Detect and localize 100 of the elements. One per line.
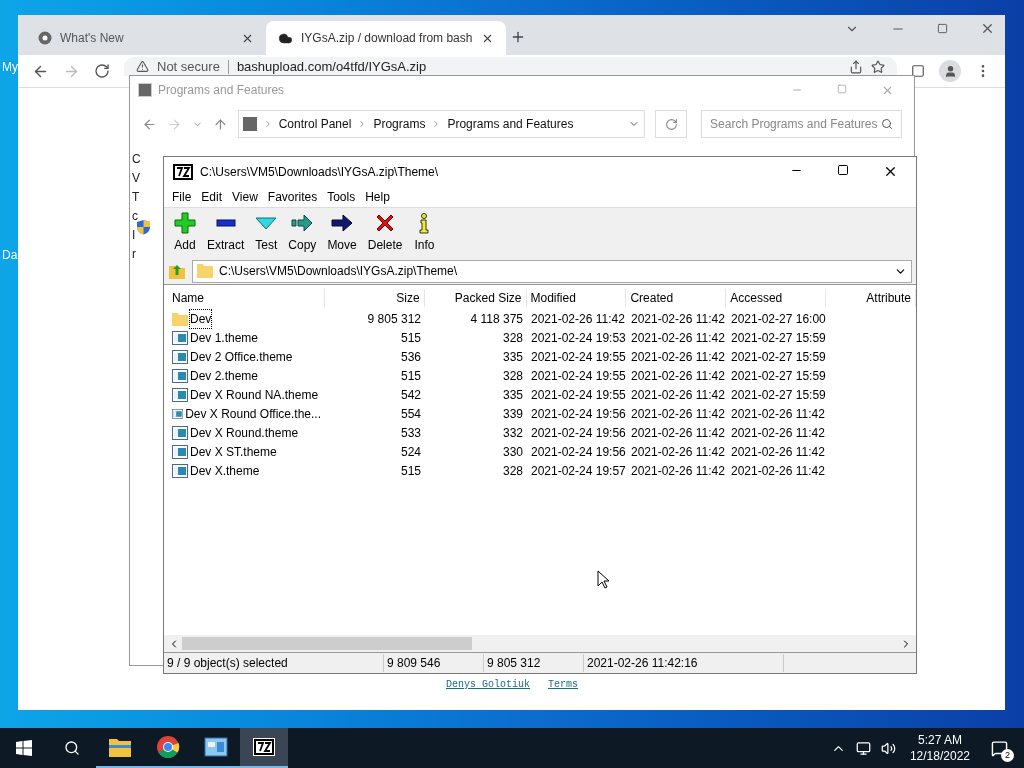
toolbar-button[interactable]: Info (409, 212, 440, 254)
table-cell-text: 2021-02-26 11:42 (731, 462, 825, 480)
file-name[interactable]: Dev 2 Office.theme (190, 347, 293, 366)
file-name[interactable]: Dev (190, 309, 212, 328)
toolbar-button[interactable]: Delete (363, 212, 407, 254)
share-icon[interactable] (849, 59, 863, 74)
notification-icon (990, 739, 1008, 757)
close-icon[interactable] (883, 164, 898, 179)
archive-app-icon (172, 162, 194, 181)
file-name[interactable]: Dev X ST.theme (190, 442, 277, 461)
search-icon (64, 740, 80, 756)
table-cell-text: 515 (399, 462, 421, 480)
theme-file-icon (172, 444, 188, 459)
table-cell-text: 2021-02-26 11:42 (631, 386, 725, 404)
table-cell-text: 328 (501, 462, 523, 480)
back-icon[interactable] (142, 116, 157, 132)
up-folder-icon[interactable] (168, 262, 186, 280)
table-cell-text: 2021-02-26 11:42 (631, 424, 725, 442)
control-panel-icon (204, 737, 228, 757)
menu-item[interactable]: View (228, 187, 262, 206)
breadcrumb-bar[interactable]: Control Panel Programs Programs and Features (237, 110, 646, 138)
table-cell-text: 9 805 312 (366, 310, 421, 328)
breadcrumb-item[interactable]: Programs and Features (447, 115, 574, 133)
table-cell-text: 2021-02-26 11:42 (731, 443, 825, 461)
toolbar-button[interactable]: Extract (203, 212, 249, 254)
network-icon[interactable] (855, 740, 871, 756)
table-cell-text: 2021-02-27 15:59 (731, 348, 826, 366)
partial-text: r (132, 247, 137, 261)
column-header[interactable]: Packed Size (424, 289, 527, 307)
toolbar-button[interactable]: Copy (284, 212, 321, 254)
status-text: 2021-02-26 11:42:16 (584, 654, 784, 672)
windows-logo-icon (16, 740, 32, 756)
menu-item[interactable]: Help (361, 187, 394, 206)
url-text: bashupload.com/o4tfd/IYGsA.zip (236, 59, 427, 74)
browser-tab[interactable]: What's New (26, 21, 266, 55)
horizontal-scrollbar[interactable] (164, 635, 916, 652)
window-title: Programs and Features (158, 82, 286, 99)
table-cell-text: 2021-02-26 11:42 (731, 405, 825, 423)
theme-file-icon (172, 425, 188, 440)
table-cell-text: 2021-02-26 11:42 (631, 405, 725, 423)
file-name[interactable]: Dev X Round NA.theme (190, 385, 319, 404)
menu-item[interactable]: Edit (197, 187, 227, 206)
toolbar-button[interactable]: Test (251, 212, 282, 254)
path-field[interactable]: C:\Users\VM5\Downloads\IYGsA.zip\Theme\ (192, 259, 912, 283)
browser-icon (156, 735, 180, 759)
column-header[interactable]: Size (324, 289, 425, 307)
breadcrumb-item[interactable]: Control Panel (278, 115, 352, 133)
column-header[interactable]: Created (626, 289, 727, 307)
breadcrumb-item[interactable]: Programs (373, 115, 426, 133)
address-bar[interactable]: Not secure bashupload.com/o4tfd/IYGsA.zip (124, 57, 897, 76)
file-name[interactable]: Dev X Round Office.the... (185, 404, 321, 423)
column-header[interactable]: Modified (526, 289, 627, 307)
partial-text: C (132, 152, 142, 166)
notification-button[interactable]: 2 (984, 733, 1014, 763)
reload-icon[interactable] (94, 63, 110, 79)
toolbar-label: Delete (367, 237, 403, 254)
column-header[interactable]: Attribute (826, 289, 916, 307)
column-header[interactable]: Name (168, 289, 325, 307)
maximize-icon[interactable] (837, 164, 849, 176)
star-icon[interactable] (871, 59, 885, 74)
toolbar-label: Add (174, 237, 196, 254)
theme-file-icon (172, 330, 188, 345)
toolbar-button[interactable]: Move (323, 212, 361, 254)
file-name[interactable]: Dev 1.theme (190, 328, 259, 347)
table-cell-text: 2021-02-27 15:59 (731, 367, 826, 385)
menu-item[interactable]: File (168, 187, 196, 206)
table-cell-text: 515 (399, 329, 421, 347)
profile-avatar[interactable] (939, 60, 961, 82)
volume-icon[interactable] (880, 740, 896, 756)
side-panel-icon[interactable] (911, 64, 925, 78)
archive-app-icon (253, 738, 275, 756)
file-name[interactable]: Dev X.theme (190, 461, 260, 480)
table-cell-text: 2021-02-26 11:42 (631, 462, 725, 480)
partial-text: I (132, 228, 137, 242)
browser-tab[interactable]: IYGsA.zip / download from bash (266, 21, 506, 55)
footer-link[interactable]: Denys Golotiuk (446, 677, 530, 692)
up-icon[interactable] (212, 116, 228, 132)
column-header[interactable]: Accessed (726, 289, 827, 307)
menu-item[interactable]: Favorites (263, 187, 322, 206)
taskbar-app[interactable] (240, 728, 288, 768)
folder-icon (172, 311, 188, 326)
browser-icon (38, 31, 52, 45)
toolbar-label: Extract (207, 237, 245, 254)
mouse-cursor-icon (597, 570, 609, 589)
file-name[interactable]: Dev X Round.theme (190, 423, 299, 442)
notification-count: 2 (1001, 749, 1014, 762)
clock-date[interactable]: 12/18/2022 (909, 748, 970, 764)
table-cell-text: 2021-02-24 19:57 (531, 462, 626, 480)
toolbar-button[interactable]: Add (170, 212, 200, 254)
table-cell-text: 328 (501, 329, 523, 347)
file-name[interactable]: Dev 2.theme (190, 366, 259, 385)
table-cell-text: 335 (501, 348, 523, 366)
search-field[interactable]: Search Programs and Features (701, 110, 902, 138)
menu-item[interactable]: Tools (323, 187, 360, 206)
table-cell-text: 2021-02-26 11:42 (731, 424, 825, 442)
new-tab-icon[interactable] (510, 29, 526, 45)
footer-link[interactable]: Terms (548, 677, 579, 692)
clock-time[interactable]: 5:27 AM (917, 732, 962, 748)
table-cell-text: 542 (399, 386, 421, 404)
table-cell-text: 2021-02-26 11:42 (631, 310, 725, 328)
